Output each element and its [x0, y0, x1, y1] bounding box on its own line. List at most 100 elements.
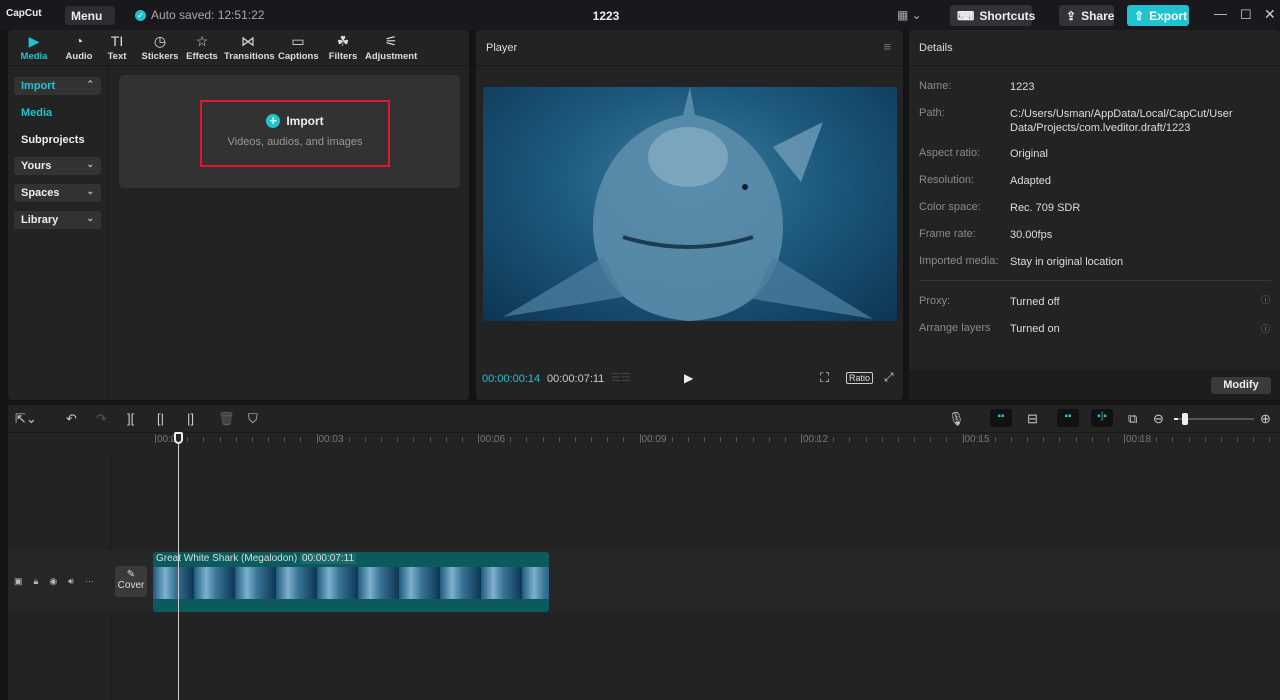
tab-audio[interactable]: ◔ Audio [60, 33, 98, 62]
ruler-minor-tick [671, 437, 673, 442]
more-icon[interactable]: ··· [85, 576, 94, 587]
export-button[interactable]: ⇧ Export [1127, 5, 1189, 26]
undo-icon[interactable]: ↶ [66, 411, 77, 427]
player-panel: Player ≡ 00:00:00:14 00:00:07:11 ☰☰ ▶ ⛶ … [476, 30, 903, 400]
magnet-main-track-icon[interactable]: ▪▪ [990, 409, 1012, 427]
split-icon[interactable]: ][ [127, 411, 134, 426]
zoom-fit-icon[interactable]: ⛶ [820, 370, 829, 386]
ruler-major-tick [155, 434, 156, 443]
share-label: Share [1081, 8, 1115, 23]
sidebar-item-label: Library [21, 214, 59, 226]
tab-text[interactable]: TI Text [103, 33, 131, 62]
import-button[interactable]: + Import Videos, audios, and images [200, 100, 390, 167]
video-clip[interactable]: Great White Shark (Megalodon) 00:00:07:1… [153, 552, 549, 612]
split-right-icon[interactable]: |] [187, 411, 194, 426]
ruler-minor-tick [1253, 437, 1255, 442]
ruler-minor-tick [494, 437, 496, 442]
ruler-minor-tick [187, 437, 189, 442]
sidebar-item-subprojects[interactable]: Subprojects [14, 131, 101, 149]
layout-icon[interactable]: ▦ ⌄ [897, 8, 922, 22]
sidebar-item-spaces[interactable]: Spaces ⌄ [14, 184, 101, 202]
sidebar-item-media[interactable]: Media [14, 104, 101, 122]
ruler-minor-tick [1107, 437, 1109, 442]
tab-stickers[interactable]: ◷ Stickers [140, 33, 180, 62]
tab-transitions[interactable]: ⋈ Transitions [224, 33, 275, 62]
ruler-major-tick [962, 434, 964, 443]
detail-key: Proxy: [919, 295, 951, 307]
sidebar-item-library[interactable]: Library ⌄ [14, 211, 101, 229]
tab-label: Text [107, 51, 127, 62]
captions-icon: ▭ [291, 33, 305, 49]
stickers-icon: ◷ [153, 33, 167, 49]
chevron-down-icon: ⌄ [86, 213, 94, 223]
import-subtitle: Videos, audios, and images [227, 136, 363, 148]
playhead[interactable] [178, 432, 179, 700]
video-preview[interactable] [483, 87, 897, 321]
ruler-minor-tick [1156, 437, 1158, 442]
lock-icon[interactable]: 🔒︎ [34, 576, 39, 587]
tab-effects[interactable]: ☆ Effects [185, 33, 219, 62]
ruler-minor-tick [1059, 437, 1061, 442]
share-button[interactable]: ⇪ Share [1059, 5, 1114, 26]
zoom-slider-handle[interactable] [1182, 413, 1188, 425]
tab-label: Filters [328, 51, 358, 62]
cover-button[interactable]: ✎ Cover [115, 566, 147, 597]
play-button[interactable]: ▶ [684, 371, 693, 385]
ruler-minor-tick [704, 437, 706, 442]
auto-snap-icon[interactable]: ⊟ [1027, 411, 1038, 427]
chevron-down-icon: ⌄ [86, 186, 94, 196]
maximize-icon[interactable]: ☐ [1240, 7, 1252, 23]
playhead-handle[interactable] [174, 432, 183, 444]
ruler-minor-tick [1091, 437, 1093, 442]
ruler-minor-tick [655, 437, 657, 442]
ruler-minor-tick [558, 437, 560, 442]
player-menu-icon[interactable]: ≡ [883, 39, 891, 54]
detail-key: Aspect ratio: [919, 147, 981, 159]
details-title: Details [919, 42, 953, 54]
ratio-button[interactable]: Ratio [846, 372, 874, 384]
delete-icon[interactable]: 🗑 [218, 411, 235, 427]
eye-icon[interactable]: ◉ [49, 576, 57, 587]
info-icon[interactable]: ⓘ [1261, 322, 1270, 335]
transitions-icon: ⋈ [241, 33, 255, 49]
ruler-minor-tick [1010, 437, 1012, 442]
sidebar-item-yours[interactable]: Yours ⌄ [14, 157, 101, 175]
track-type-icon[interactable]: ▣ [14, 576, 23, 587]
ruler-minor-tick [1237, 437, 1239, 442]
screen-preview-icon[interactable]: ⧉ [1128, 411, 1137, 427]
detail-value: 30.00fps [1010, 229, 1053, 241]
tab-adjustment[interactable]: ⚟ Adjustment [365, 33, 417, 62]
preview-axis-icon[interactable]: ▪|▪ [1091, 409, 1113, 427]
marker-icon[interactable]: ⛉ [248, 411, 258, 427]
info-icon[interactable]: ⓘ [1261, 293, 1270, 306]
tab-captions[interactable]: ▭ Captions [278, 33, 319, 62]
zoom-in-icon[interactable]: ⊕ [1260, 411, 1271, 427]
modify-button[interactable]: Modify [1211, 377, 1271, 394]
tab-filters[interactable]: ☘ Filters [327, 33, 359, 62]
split-left-icon[interactable]: [| [157, 411, 164, 426]
close-icon[interactable]: ✕ [1264, 6, 1276, 23]
waveform-icon: ☰☰ [611, 372, 631, 384]
filters-icon: ☘ [336, 33, 350, 49]
cover-label: Cover [117, 580, 145, 591]
select-tool-icon[interactable]: ⇱⌄ [15, 411, 37, 427]
ruler-minor-tick [510, 437, 512, 442]
zoom-out-icon[interactable]: ⊖ [1153, 411, 1164, 427]
microphone-icon[interactable]: 🎙 [948, 411, 965, 427]
ruler-major-tick [478, 434, 479, 443]
ruler-minor-tick [914, 437, 916, 442]
redo-icon[interactable]: ↷ [96, 411, 107, 427]
minimize-icon[interactable]: — [1214, 6, 1227, 21]
sidebar-item-import[interactable]: Import ⌃ [14, 77, 101, 95]
tab-media[interactable]: ▶ Media [14, 33, 54, 62]
shortcuts-button[interactable]: ⌨ Shortcuts [950, 5, 1035, 26]
sidebar-item-label: Media [21, 107, 53, 119]
chevron-up-icon: ⌃ [86, 79, 94, 89]
audio-icon[interactable]: 🔊︎ [68, 576, 74, 587]
ruler-minor-tick [1204, 437, 1206, 442]
fullscreen-icon[interactable]: ⤢ [884, 370, 894, 385]
link-icon[interactable]: ▪▪ [1057, 409, 1079, 427]
detail-key: Name: [919, 80, 952, 92]
zoom-slider[interactable] [1174, 413, 1254, 425]
tab-label: Effects [186, 51, 218, 62]
